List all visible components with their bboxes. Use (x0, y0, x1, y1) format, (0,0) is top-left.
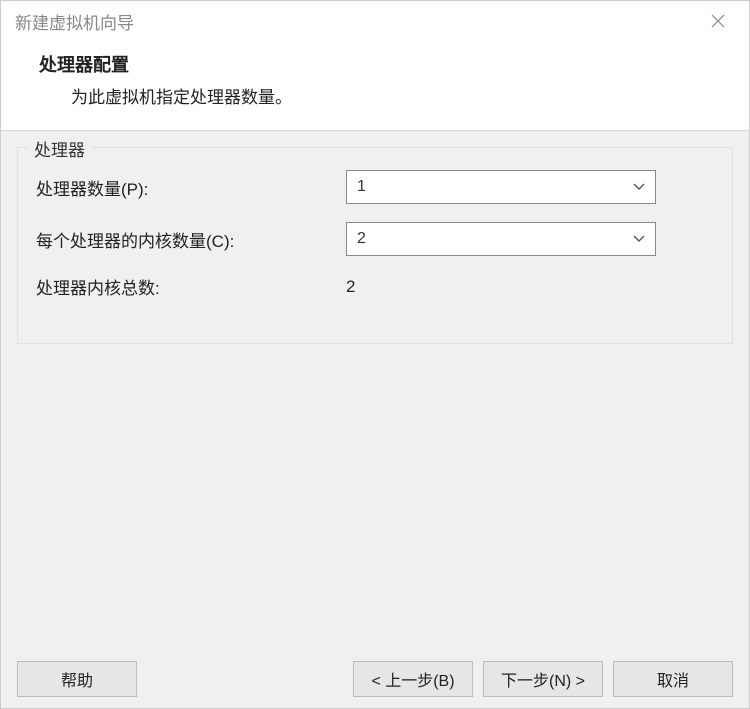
chevron-down-icon (633, 178, 645, 196)
group-legend: 处理器 (28, 136, 91, 161)
row-cores-per-processor: 每个处理器的内核数量(C): 2 (36, 222, 714, 256)
wizard-body: 处理器 处理器数量(P): 1 每个处理器的内核数量(C): 2 (1, 130, 749, 650)
label-processor-count: 处理器数量(P): (36, 175, 346, 200)
wizard-window: 新建虚拟机向导 处理器配置 为此虚拟机指定处理器数量。 处理器 处理器数量(P)… (0, 0, 750, 709)
select-value: 1 (357, 178, 366, 196)
value-total-cores: 2 (346, 277, 355, 297)
chevron-down-icon (633, 230, 645, 248)
window-title: 新建虚拟机向导 (15, 9, 134, 34)
cancel-button[interactable]: 取消 (613, 661, 733, 697)
wizard-header: 处理器配置 为此虚拟机指定处理器数量。 (1, 41, 749, 130)
row-total-cores: 处理器内核总数: 2 (36, 274, 714, 299)
page-subtitle: 为此虚拟机指定处理器数量。 (39, 83, 711, 108)
wizard-footer: 帮助 < 上一步(B) 下一步(N) > 取消 (1, 650, 749, 708)
page-title: 处理器配置 (39, 51, 711, 77)
select-value: 2 (357, 230, 366, 248)
label-total-cores: 处理器内核总数: (36, 274, 346, 299)
row-processor-count: 处理器数量(P): 1 (36, 170, 714, 204)
next-button[interactable]: 下一步(N) > (483, 661, 603, 697)
select-cores-per-processor[interactable]: 2 (346, 222, 656, 256)
select-processor-count[interactable]: 1 (346, 170, 656, 204)
close-icon (711, 14, 725, 28)
help-button[interactable]: 帮助 (17, 661, 137, 697)
processor-group: 处理器 处理器数量(P): 1 每个处理器的内核数量(C): 2 (17, 147, 733, 344)
close-button[interactable] (701, 4, 735, 38)
back-button[interactable]: < 上一步(B) (353, 661, 473, 697)
label-cores-per-processor: 每个处理器的内核数量(C): (36, 227, 346, 252)
titlebar: 新建虚拟机向导 (1, 1, 749, 41)
